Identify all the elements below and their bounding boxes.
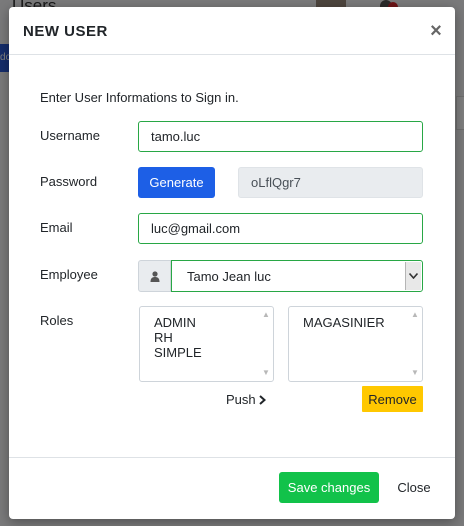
- scroll-down-icon[interactable]: ▼: [411, 369, 419, 377]
- intro-text: Enter User Informations to Sign in.: [40, 90, 239, 105]
- list-item[interactable]: ADMIN: [154, 315, 202, 330]
- employee-selected-value: Tamo Jean luc: [187, 269, 271, 284]
- password-label: Password: [40, 174, 98, 189]
- new-user-modal: NEW USER × Enter User Informations to Si…: [9, 7, 455, 519]
- assigned-roles-list[interactable]: MAGASINIER ▲ ▼: [288, 306, 423, 382]
- scrollbar[interactable]: ▲ ▼: [259, 307, 273, 381]
- username-input[interactable]: [138, 121, 423, 152]
- employee-label: Employee: [40, 267, 98, 282]
- chevron-down-icon[interactable]: [405, 262, 421, 290]
- push-button[interactable]: Push: [226, 392, 266, 407]
- email-label: Email: [40, 220, 73, 235]
- push-label: Push: [226, 392, 256, 407]
- modal-title: NEW USER: [23, 23, 108, 40]
- modal-header: NEW USER ×: [9, 7, 455, 55]
- email-input[interactable]: [138, 213, 423, 244]
- scroll-down-icon[interactable]: ▼: [262, 369, 270, 377]
- remove-button[interactable]: Remove: [362, 386, 423, 412]
- list-item[interactable]: MAGASINIER: [303, 315, 385, 330]
- employee-select[interactable]: Tamo Jean luc: [171, 260, 423, 292]
- close-button[interactable]: Close: [392, 472, 436, 503]
- list-item[interactable]: SIMPLE: [154, 345, 202, 360]
- close-icon[interactable]: ×: [426, 20, 446, 42]
- chevron-right-icon: [258, 394, 266, 405]
- scroll-up-icon[interactable]: ▲: [411, 311, 419, 319]
- scrollbar[interactable]: ▲ ▼: [408, 307, 422, 381]
- scroll-up-icon[interactable]: ▲: [262, 311, 270, 319]
- username-label: Username: [40, 128, 100, 143]
- available-roles-list[interactable]: ADMIN RH SIMPLE ▲ ▼: [139, 306, 274, 382]
- list-item[interactable]: RH: [154, 330, 202, 345]
- generated-password-field: oLflQgr7: [238, 167, 423, 198]
- generate-password-button[interactable]: Generate: [138, 167, 215, 198]
- roles-label: Roles: [40, 313, 74, 328]
- save-changes-button[interactable]: Save changes: [279, 472, 379, 503]
- modal-footer: [9, 457, 455, 519]
- employee-prefix: [138, 260, 171, 292]
- user-icon: [150, 270, 159, 282]
